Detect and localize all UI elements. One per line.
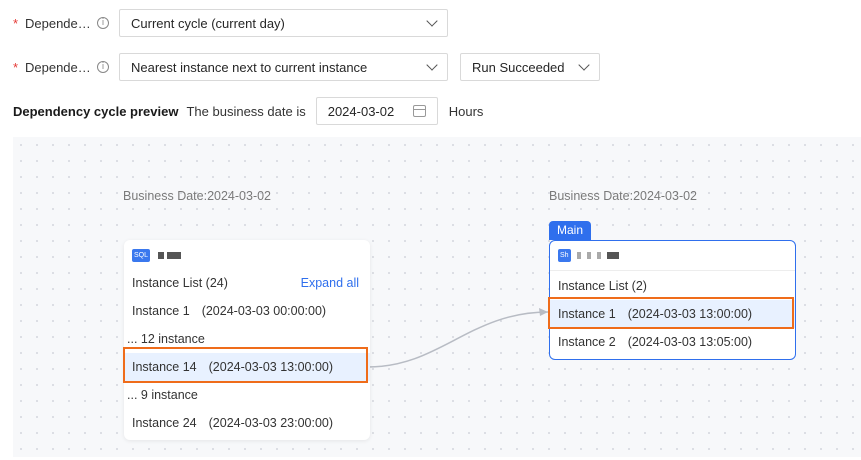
- instance-name: Instance 1: [132, 304, 190, 318]
- node-name-redacted: [606, 252, 619, 259]
- list-item[interactable]: Instance 1 (2024-03-03 00:00:00): [124, 297, 370, 325]
- main-badge: Main: [549, 221, 592, 240]
- instance-list-header: Instance List (2): [550, 272, 795, 300]
- sql-node-icon: SQL: [132, 248, 151, 262]
- node-name-redacted: [596, 252, 601, 259]
- node-name-redacted: [158, 251, 165, 259]
- node-name-redacted: [586, 252, 591, 259]
- instance-time: (2024-03-03 23:00:00): [208, 416, 334, 430]
- collapsed-label: ... 12 instance: [127, 332, 205, 346]
- instance-name: Instance 24: [132, 416, 197, 430]
- collapsed-label: ... 9 instance: [127, 388, 198, 402]
- current-business-date: Business Date:2024-03-02: [549, 189, 698, 203]
- list-item[interactable]: Instance 2 (2024-03-03 13:05:00): [550, 328, 795, 356]
- collapsed-instances[interactable]: ... 9 instance: [124, 381, 370, 409]
- instance-name: Instance 2: [558, 335, 616, 349]
- instance-list-header: Instance List (24) Expand all: [124, 269, 370, 297]
- expand-all-link[interactable]: Expand all: [301, 276, 359, 290]
- node-name-redacted: [167, 251, 182, 259]
- instance-list-count: Instance List (24): [132, 276, 228, 290]
- instance-time: (2024-03-03 00:00:00): [201, 304, 327, 318]
- upstream-business-date: Business Date:2024-03-02: [123, 189, 272, 203]
- upstream-node-header: SQL: [124, 240, 370, 270]
- current-node-header: Sh: [550, 241, 795, 271]
- node-name-redacted: [576, 252, 581, 259]
- list-item[interactable]: Instance 24 (2024-03-03 23:00:00): [124, 409, 370, 437]
- instance-list-count: Instance List (2): [558, 279, 647, 293]
- shell-node-icon: Sh: [558, 249, 571, 262]
- upstream-node-card[interactable]: SQL Instance List (24) Expand all Instan…: [124, 240, 370, 440]
- upstream-highlight-box: [123, 347, 368, 383]
- instance-time: (2024-03-03 13:05:00): [627, 335, 753, 349]
- current-highlight-box: [548, 297, 794, 329]
